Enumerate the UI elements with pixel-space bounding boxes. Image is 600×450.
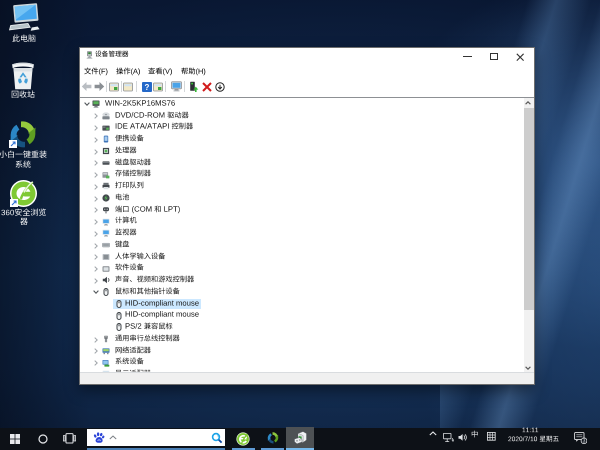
svg-text:3: 3 bbox=[583, 438, 586, 443]
svg-text:?: ? bbox=[145, 83, 150, 92]
